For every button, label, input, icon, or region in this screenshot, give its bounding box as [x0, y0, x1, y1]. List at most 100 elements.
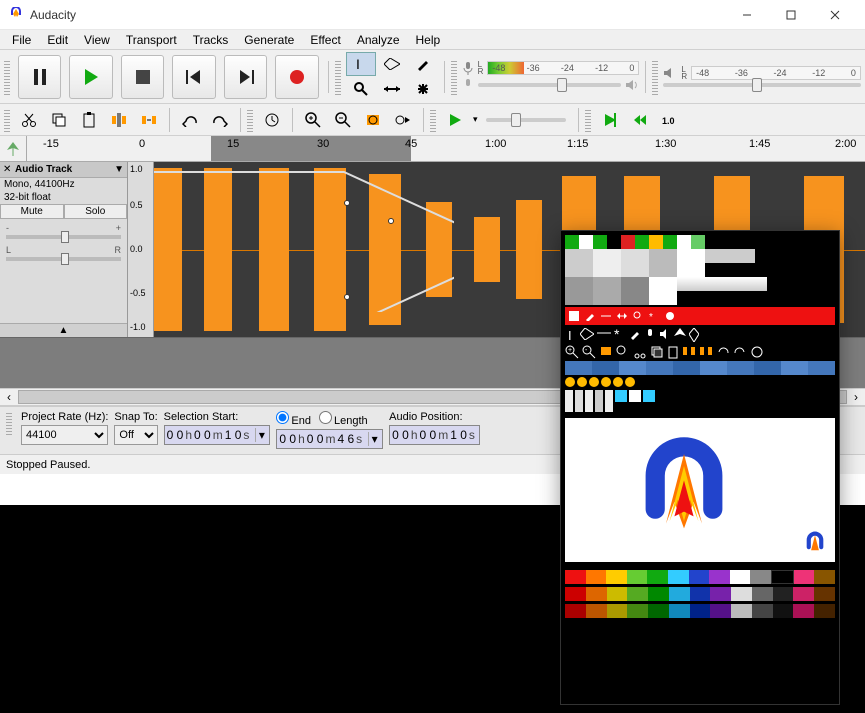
maximize-button[interactable] — [769, 0, 813, 30]
track-solo-button[interactable]: Solo — [64, 204, 128, 219]
separator — [645, 61, 646, 93]
zoom-out-button[interactable] — [329, 107, 357, 133]
draw-tool[interactable] — [408, 52, 438, 76]
close-button[interactable] — [813, 0, 857, 30]
audio-position-label: Audio Position: — [389, 411, 480, 423]
record-volume[interactable] — [462, 78, 640, 92]
separator — [444, 61, 445, 93]
audacity-logo-large — [619, 430, 749, 550]
track-close-button[interactable]: ✕ — [3, 164, 15, 175]
project-rate-select[interactable]: 44100 — [21, 425, 108, 445]
selection-end-time[interactable]: 0 0h0 0m4 6s▾ — [276, 429, 383, 449]
envelope-path — [154, 162, 454, 312]
toolbar-grip[interactable] — [430, 108, 436, 132]
window-title: Audacity — [30, 8, 725, 22]
timeshift-tool[interactable] — [377, 77, 407, 101]
tools-grid: I — [346, 52, 438, 101]
snap-to-select[interactable]: Off — [114, 425, 157, 445]
fit-selection-button[interactable] — [359, 107, 387, 133]
toolbar-grip[interactable] — [6, 411, 12, 435]
menu-transport[interactable]: Transport — [118, 31, 185, 49]
skip-start-button[interactable] — [172, 55, 215, 99]
play-volume[interactable] — [663, 83, 861, 87]
copy-button[interactable] — [45, 107, 73, 133]
scroll-left-arrow[interactable]: ‹ — [0, 390, 18, 404]
mic-icon — [462, 61, 474, 75]
menu-effect[interactable]: Effect — [302, 31, 348, 49]
toolbar-grip[interactable] — [4, 108, 10, 132]
multi-tool[interactable] — [408, 77, 438, 101]
menu-generate[interactable]: Generate — [236, 31, 302, 49]
speaker-icon — [625, 79, 639, 91]
separator — [328, 61, 329, 93]
selection-tool[interactable]: I — [346, 52, 376, 76]
envelope-point[interactable] — [344, 294, 350, 300]
scroll-right-arrow[interactable]: › — [847, 390, 865, 404]
meter-r: R — [478, 68, 484, 75]
trim-button[interactable] — [105, 107, 133, 133]
selection-start-time[interactable]: 0 0h0 0m1 0s▾ — [164, 425, 271, 445]
play-cut-preview-button[interactable]: 1.0 — [656, 107, 684, 133]
redo-button[interactable] — [206, 107, 234, 133]
audio-position-time[interactable]: 0 0h0 0m1 0s — [389, 425, 480, 445]
menubar: File Edit View Transport Tracks Generate… — [0, 30, 865, 50]
svg-text:+: + — [568, 347, 572, 354]
envelope-point[interactable] — [344, 200, 350, 206]
pin-icon[interactable] — [2, 138, 24, 160]
length-radio[interactable]: Length — [319, 411, 368, 427]
silence-button[interactable] — [135, 107, 163, 133]
paste-button[interactable] — [75, 107, 103, 133]
record-button[interactable] — [275, 55, 318, 99]
menu-help[interactable]: Help — [408, 31, 449, 49]
toolbar-grip[interactable] — [247, 108, 253, 132]
svg-text:I: I — [568, 328, 572, 342]
pause-button[interactable] — [18, 55, 61, 99]
zoom-in-button[interactable] — [299, 107, 327, 133]
play-speed-slider[interactable] — [486, 118, 566, 122]
sprite-sheet-overlay: * I * + - — [560, 230, 840, 705]
menu-edit[interactable]: Edit — [39, 31, 76, 49]
loop-play-button[interactable] — [626, 107, 654, 133]
menu-tracks[interactable]: Tracks — [185, 31, 237, 49]
toolbar-grip[interactable] — [585, 108, 591, 132]
svg-text:*: * — [614, 328, 620, 340]
envelope-tool[interactable] — [377, 52, 407, 76]
stop-button[interactable] — [121, 55, 164, 99]
project-rate-label: Project Rate (Hz): — [21, 411, 108, 423]
skip-end-button[interactable] — [224, 55, 267, 99]
zoom-tool[interactable] — [346, 77, 376, 101]
track-info-depth: 32-bit float — [0, 191, 127, 204]
track-pan-slider[interactable] — [6, 257, 121, 261]
record-meter[interactable]: LR -48-36-24-120 — [462, 61, 640, 75]
track-gain-slider[interactable] — [6, 235, 121, 239]
play-button[interactable] — [69, 55, 112, 99]
status-text: Stopped Paused. — [6, 459, 90, 471]
track-mute-button[interactable]: Mute — [0, 204, 64, 219]
cut-button[interactable] — [15, 107, 43, 133]
track-menu-arrow[interactable]: ▼ — [112, 164, 124, 175]
fit-project-button[interactable] — [389, 107, 417, 133]
transport-toolbar: I LR -48-36-24-120 LR -48-36-24 — [0, 50, 865, 104]
track-collapse-button[interactable]: ▲ — [0, 323, 127, 337]
svg-text:I: I — [356, 57, 360, 71]
play-at-speed-button[interactable] — [441, 107, 469, 133]
minimize-button[interactable] — [725, 0, 769, 30]
sync-lock-button[interactable] — [258, 107, 286, 133]
toolbar-grip[interactable] — [652, 59, 658, 95]
menu-file[interactable]: File — [4, 31, 39, 49]
envelope-point[interactable] — [388, 218, 394, 224]
track-name-dropdown[interactable]: Audio Track — [15, 164, 112, 175]
play-region-button[interactable] — [596, 107, 624, 133]
menu-view[interactable]: View — [76, 31, 118, 49]
end-radio[interactable]: End — [276, 411, 311, 427]
toolbar-grip[interactable] — [335, 59, 341, 95]
app-icon — [8, 7, 24, 23]
audacity-logo-small — [801, 530, 829, 556]
undo-button[interactable] — [176, 107, 204, 133]
menu-analyze[interactable]: Analyze — [349, 31, 408, 49]
toolbar-grip[interactable] — [451, 59, 457, 95]
play-meter[interactable]: LR -48-36-24-120 — [663, 66, 861, 80]
svg-text:*: * — [649, 312, 653, 321]
timeline-ruler[interactable]: -15 0 15 30 45 1:00 1:15 1:30 1:45 2:00 — [0, 136, 865, 162]
toolbar-grip[interactable] — [4, 59, 10, 95]
